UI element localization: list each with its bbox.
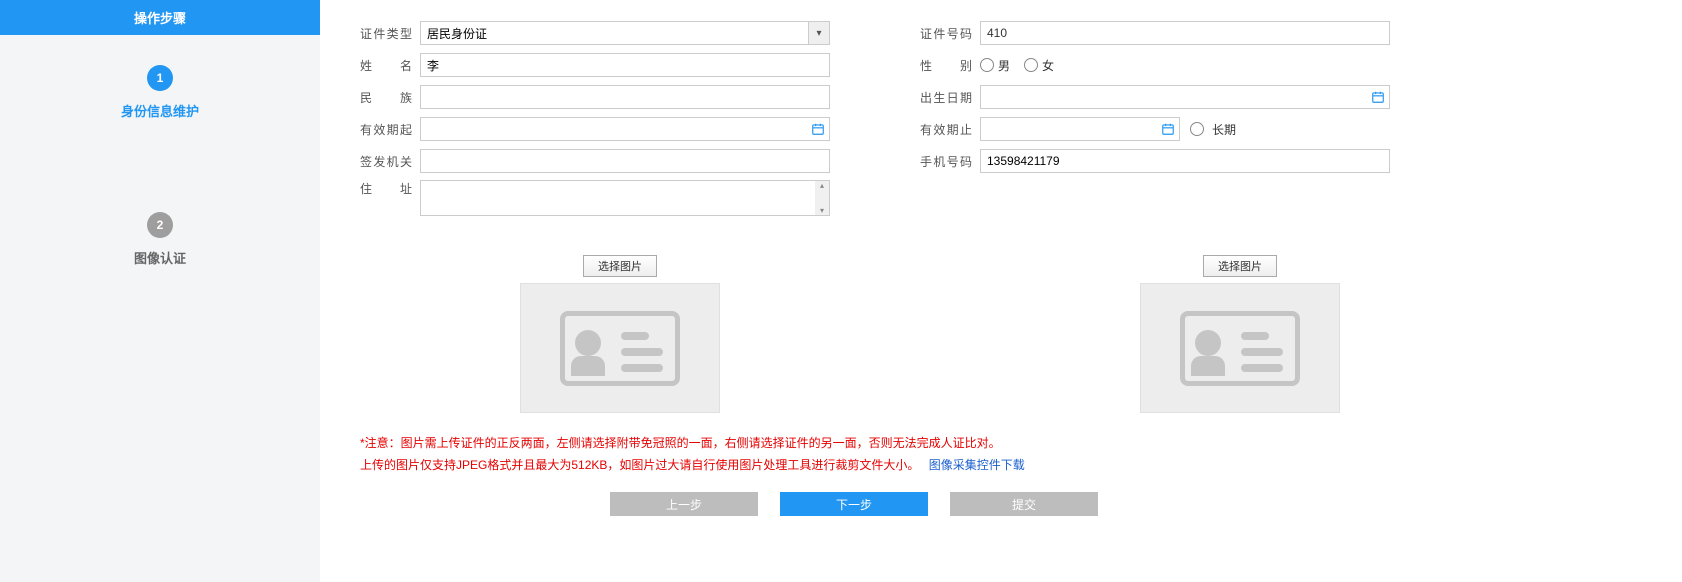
form-left-column: 证件类型 ▾ 姓 名 民 族 有效期起 [360, 20, 830, 225]
name-label: 姓 名 [360, 57, 420, 74]
submit-button: 提交 [950, 492, 1098, 516]
main-content: 证件类型 ▾ 姓 名 民 族 有效期起 [320, 0, 1682, 582]
step-1-label: 身份信息维护 [0, 101, 320, 120]
gender-label: 性 别 [920, 57, 980, 74]
ethnicity-label: 民 族 [360, 89, 420, 106]
step-chevron-icon: ﹀﹀﹀ [0, 148, 320, 174]
phone-input[interactable] [980, 149, 1390, 173]
radio-icon [1024, 58, 1038, 72]
gender-female-label: 女 [1042, 57, 1054, 74]
gender-male-radio[interactable]: 男 [980, 57, 1010, 74]
prev-button: 上一步 [610, 492, 758, 516]
gender-female-radio[interactable]: 女 [1024, 57, 1054, 74]
birth-input[interactable] [980, 85, 1390, 109]
name-input[interactable] [420, 53, 830, 77]
select-image-back-button[interactable]: 选择图片 [1203, 255, 1277, 277]
cert-no-input[interactable]: 410 [980, 21, 1390, 45]
form-right-column: 证件号码 410 性 别 男 女 [920, 20, 1390, 225]
sidebar: 操作步骤 1 身份信息维护 ﹀﹀﹀ 2 图像认证 [0, 0, 320, 582]
cert-type-label: 证件类型 [360, 25, 420, 42]
ethnicity-input[interactable] [420, 85, 830, 109]
long-term-radio[interactable] [1190, 122, 1204, 136]
step-2-label: 图像认证 [0, 248, 320, 267]
step-2-circle: 2 [147, 212, 173, 238]
calendar-icon[interactable] [810, 121, 826, 137]
valid-to-label: 有效期止 [920, 121, 980, 138]
issuer-input[interactable] [420, 149, 830, 173]
notes: *注意：图片需上传证件的正反两面，左侧请选择附带免冠照的一面，右侧请选择证件的另… [360, 433, 1642, 476]
id-card-icon [560, 311, 680, 386]
sidebar-title: 操作步骤 [0, 0, 320, 35]
address-label: 住 址 [360, 180, 420, 197]
upload-front: 选择图片 [520, 255, 720, 413]
upload-back-placeholder[interactable] [1140, 283, 1340, 413]
note-line-1: *注意：图片需上传证件的正反两面，左侧请选择附带免冠照的一面，右侧请选择证件的另… [360, 433, 1642, 455]
valid-from-label: 有效期起 [360, 121, 420, 138]
issuer-label: 签发机关 [360, 153, 420, 170]
next-button[interactable]: 下一步 [780, 492, 928, 516]
download-link[interactable]: 图像采集控件下载 [929, 458, 1025, 472]
cert-no-prefix: 410 [987, 26, 1007, 40]
long-term-label: 长期 [1212, 121, 1236, 138]
upload-front-placeholder[interactable] [520, 283, 720, 413]
valid-from-input[interactable] [420, 117, 830, 141]
step-2[interactable]: 2 图像认证 [0, 182, 320, 287]
cert-type-select[interactable] [420, 21, 830, 45]
cert-no-label: 证件号码 [920, 25, 980, 42]
id-card-icon [1180, 311, 1300, 386]
select-image-front-button[interactable]: 选择图片 [583, 255, 657, 277]
step-1-circle: 1 [147, 65, 173, 91]
valid-to-input[interactable] [980, 117, 1180, 141]
gender-male-label: 男 [998, 57, 1010, 74]
birth-label: 出生日期 [920, 89, 980, 106]
step-1[interactable]: 1 身份信息维护 [0, 35, 320, 140]
phone-label: 手机号码 [920, 153, 980, 170]
calendar-icon[interactable] [1370, 89, 1386, 105]
note-line-2: 上传的图片仅支持JPEG格式并且最大为512KB，如图片过大请自行使用图片处理工… [360, 458, 919, 472]
address-textarea[interactable] [420, 180, 830, 216]
radio-icon [980, 58, 994, 72]
calendar-icon[interactable] [1160, 121, 1176, 137]
upload-back: 选择图片 [1140, 255, 1340, 413]
textarea-scrollbar[interactable]: ▴▾ [815, 181, 829, 215]
